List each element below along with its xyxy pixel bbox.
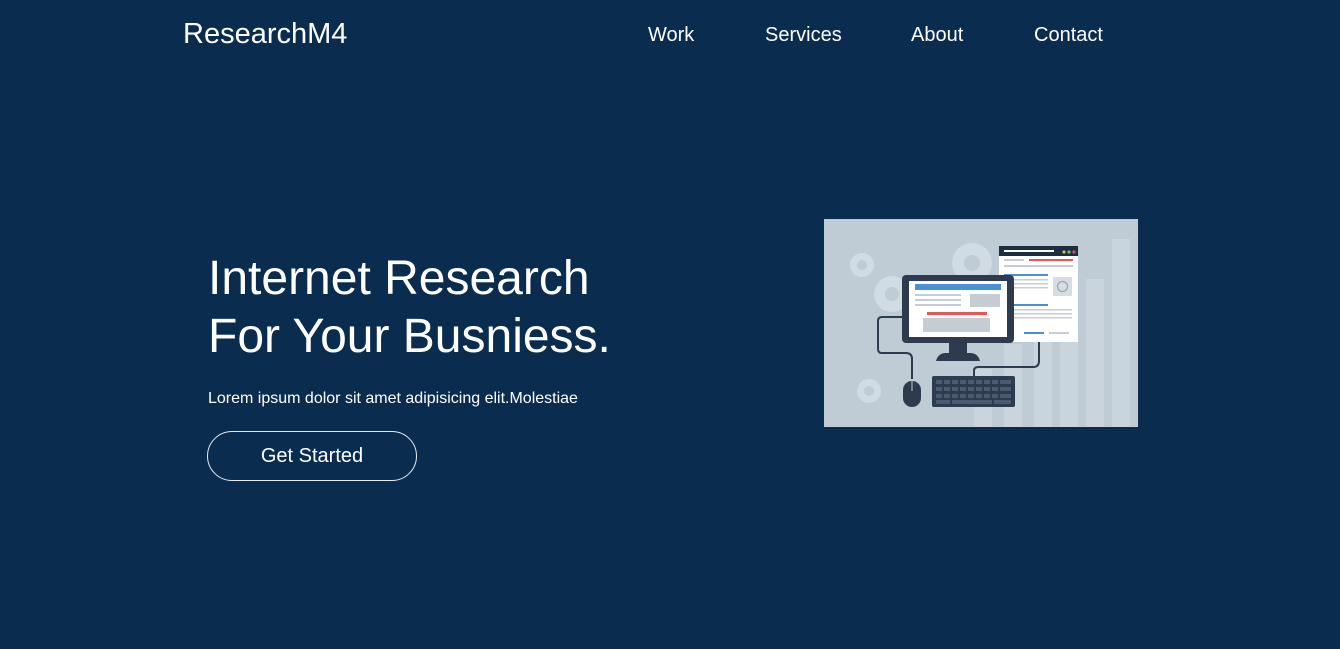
page: ResearchM4 Work Services About Contact I… xyxy=(0,0,1340,649)
get-started-button[interactable]: Get Started xyxy=(207,431,417,481)
nav-link-about[interactable]: About xyxy=(911,22,963,48)
nav-link-work[interactable]: Work xyxy=(648,22,694,48)
main-nav: Work Services About Contact xyxy=(0,22,1340,48)
computer-research-illustration xyxy=(824,219,1138,427)
nav-link-services[interactable]: Services xyxy=(765,22,842,48)
hero-subtitle: Lorem ipsum dolor sit amet adipisicing e… xyxy=(208,390,578,407)
hero-title-line-2: For Your Busniess. xyxy=(208,310,611,363)
nav-link-contact[interactable]: Contact xyxy=(1034,22,1103,48)
hero-title-line-1: Internet Research xyxy=(208,252,590,305)
hero-title: Internet Research For Your Busniess. xyxy=(208,250,611,366)
